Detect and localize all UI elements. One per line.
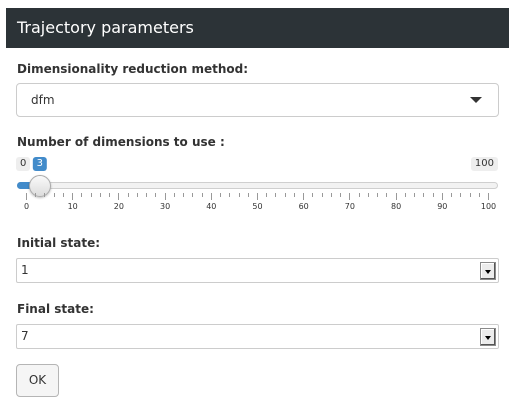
- dimensions-slider[interactable]: 0 100 3 0 10 20 30 40 50 60 70 80 90 100: [16, 155, 499, 215]
- slider-minor-tick: [109, 193, 111, 197]
- slider-major-tick: [488, 193, 489, 200]
- initial-state-value: 1: [21, 263, 29, 277]
- final-state-value: 7: [21, 329, 29, 343]
- slider-major-tick: [72, 193, 74, 200]
- slider-tick-label: 40: [206, 202, 217, 211]
- slider-major-tick: [164, 193, 166, 200]
- initial-state-select[interactable]: 1: [16, 258, 499, 283]
- slider-minor-tick: [81, 193, 83, 197]
- slider-tick-label: 0: [23, 202, 30, 211]
- slider-minor-tick: [201, 193, 203, 197]
- reduction-method-select[interactable]: dfm: [16, 83, 499, 117]
- slider-tick-label: 30: [160, 202, 171, 211]
- slider-minor-tick: [53, 193, 55, 197]
- slider-tick-label: 70: [344, 202, 355, 211]
- slider-max-label: 100: [470, 157, 498, 171]
- slider-minor-tick: [478, 193, 480, 197]
- slider-minor-tick: [321, 193, 323, 197]
- slider-major-tick: [441, 193, 443, 200]
- dimensions-label: Number of dimensions to use :: [17, 135, 225, 149]
- panel-header: Trajectory parameters: [6, 8, 509, 48]
- slider-minor-tick: [414, 193, 416, 197]
- slider-minor-tick: [62, 193, 64, 197]
- slider-minor-tick: [367, 193, 369, 197]
- slider-minor-tick: [90, 193, 92, 197]
- reduction-method-value: dfm: [31, 93, 55, 107]
- slider-track[interactable]: [17, 182, 498, 189]
- slider-major-tick: [303, 193, 305, 200]
- slider-major-tick: [257, 193, 258, 200]
- final-state-select[interactable]: 7: [16, 324, 499, 349]
- ok-button[interactable]: OK: [16, 364, 59, 397]
- slider-minor-tick: [469, 193, 471, 197]
- slider-minor-tick: [136, 193, 138, 197]
- slider-major-tick: [210, 193, 212, 200]
- slider-minor-tick: [173, 193, 175, 197]
- dropdown-arrow-icon[interactable]: [480, 262, 496, 280]
- slider-minor-tick: [460, 193, 462, 197]
- slider-minor-tick: [146, 193, 148, 197]
- slider-minor-tick: [358, 193, 360, 197]
- initial-state-label: Initial state:: [17, 236, 101, 250]
- slider-major-tick: [349, 193, 351, 200]
- slider-minor-tick: [386, 193, 388, 197]
- slider-tick-label: 90: [437, 202, 448, 211]
- slider-tick-label: 100: [480, 202, 497, 211]
- slider-minor-tick: [284, 193, 286, 197]
- slider-minor-tick: [99, 193, 101, 197]
- slider-minor-tick: [293, 193, 295, 197]
- slider-minor-tick: [127, 193, 129, 197]
- slider-minor-tick: [229, 193, 231, 197]
- panel-title: Trajectory parameters: [17, 18, 194, 37]
- reduction-method-label: Dimensionality reduction method:: [17, 62, 249, 76]
- slider-tick-label: 20: [113, 202, 124, 211]
- slider-minor-tick: [340, 193, 342, 197]
- slider-minor-tick: [220, 193, 222, 197]
- slider-handle[interactable]: [28, 175, 51, 197]
- slider-major-tick: [118, 193, 120, 200]
- slider-minor-tick: [238, 193, 240, 197]
- final-state-label: Final state:: [17, 302, 94, 316]
- slider-minor-tick: [312, 193, 314, 197]
- slider-minor-tick: [330, 193, 332, 197]
- slider-minor-tick: [247, 193, 249, 197]
- slider-minor-tick: [35, 193, 37, 197]
- slider-min-label: 0: [16, 157, 31, 171]
- slider-major-tick: [395, 193, 397, 200]
- slider-minor-tick: [451, 193, 453, 197]
- slider-minor-tick: [44, 193, 46, 197]
- slider-tick-label: 50: [252, 202, 263, 211]
- slider-major-tick: [26, 193, 27, 200]
- slider-tick-label: 60: [298, 202, 309, 211]
- slider-minor-tick: [432, 193, 434, 197]
- slider-minor-tick: [404, 193, 406, 197]
- slider-minor-tick: [275, 193, 277, 197]
- slider-minor-tick: [423, 193, 425, 197]
- caret-down-icon: [470, 97, 482, 103]
- slider-minor-tick: [266, 193, 268, 197]
- slider-tick-label: 10: [67, 202, 78, 211]
- slider-tick-label: 80: [391, 202, 402, 211]
- slider-minor-tick: [192, 193, 194, 197]
- slider-value-label: 3: [32, 157, 48, 171]
- dropdown-arrow-icon[interactable]: [480, 328, 496, 346]
- slider-minor-tick: [183, 193, 185, 197]
- slider-minor-tick: [155, 193, 157, 197]
- slider-minor-tick: [377, 193, 379, 197]
